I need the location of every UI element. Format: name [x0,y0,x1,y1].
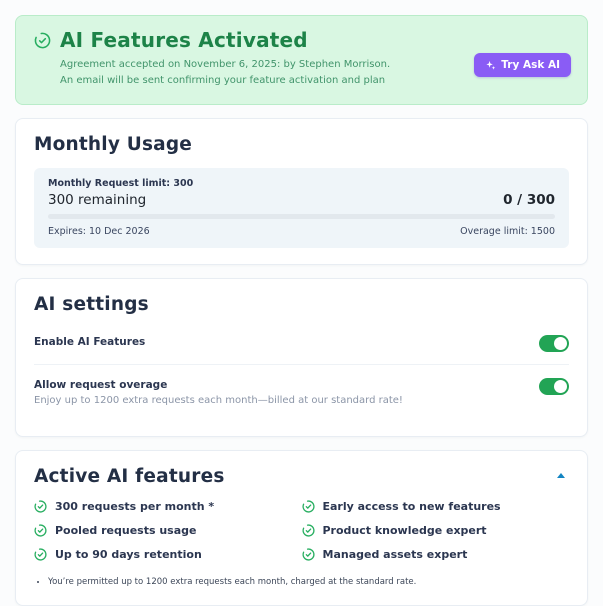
monthly-usage-title: Monthly Usage [34,134,569,155]
footnote-list: You’re permitted up to 1200 extra reques… [48,577,569,587]
check-circle-icon [34,32,51,49]
settings-list: Enable AI Features Allow request overage… [34,322,569,421]
feature-item: Product knowledge expert [302,524,570,537]
remaining-count: 300 remaining [48,192,146,208]
feature-item: Up to 90 days retention [34,548,302,561]
feature-item: 300 requests per month * [34,500,302,513]
ai-features-page: AI Features Activated Agreement accepted… [0,0,603,606]
check-circle-icon [302,500,315,513]
request-overage-toggle[interactable] [539,378,569,395]
features-grid: 300 requests per month * Early access to… [34,500,569,561]
feature-label: Product knowledge expert [323,524,487,537]
usage-progress-bar [48,214,555,219]
check-circle-icon [302,524,315,537]
collapse-caret-up-icon[interactable] [557,473,565,478]
feature-item: Early access to new features [302,500,570,513]
request-limit-label: Monthly Request limit: 300 [48,178,555,189]
check-circle-icon [34,500,47,513]
request-overage-description: Enjoy up to 1200 extra requests each mon… [34,394,403,408]
usage-panel: Monthly Request limit: 300 300 remaining… [34,168,569,248]
ai-settings-card: AI settings Enable AI Features Allow req… [15,278,588,437]
check-circle-icon [302,548,315,561]
check-circle-icon [34,548,47,561]
ai-settings-title: AI settings [34,294,569,315]
setting-row-enable-ai: Enable AI Features [34,322,569,364]
feature-label: Managed assets expert [323,548,468,561]
overage-limit-label: Overage limit: 1500 [460,226,555,237]
enable-ai-toggle[interactable] [539,335,569,352]
usage-bottom-row: Expires: 10 Dec 2026 Overage limit: 1500 [48,226,555,237]
try-ask-ai-label: Try Ask AI [501,59,560,71]
setting-row-request-overage: Allow request overage Enjoy up to 1200 e… [34,364,569,421]
active-features-title: Active AI features [34,466,225,487]
usage-fraction: 0 / 300 [503,192,555,208]
feature-label: Early access to new features [323,500,501,513]
feature-label: Up to 90 days retention [55,548,202,561]
usage-mid-row: 300 remaining 0 / 300 [48,192,555,208]
feature-label: Pooled requests usage [55,524,196,537]
expires-label: Expires: 10 Dec 2026 [48,226,150,237]
request-overage-label: Allow request overage [34,378,403,393]
active-features-header: Active AI features [34,466,569,487]
agreement-line: Agreement accepted on November 6, 2025: … [60,59,390,70]
feature-item: Managed assets expert [302,548,570,561]
check-circle-icon [34,524,47,537]
sparkle-icon [485,60,496,71]
activation-banner: AI Features Activated Agreement accepted… [15,15,588,105]
monthly-usage-card: Monthly Usage Monthly Request limit: 300… [15,118,588,265]
feature-label: 300 requests per month * [55,500,214,513]
banner-text: AI Features Activated Agreement accepted… [60,29,474,88]
feature-item: Pooled requests usage [34,524,302,537]
banner-title: AI Features Activated [60,29,474,52]
try-ask-ai-button[interactable]: Try Ask AI [474,53,571,77]
active-features-card: Active AI features 300 requests per mont… [15,450,588,606]
banner-agreement-text: Agreement accepted on November 6, 2025: … [60,57,474,88]
enable-ai-label: Enable AI Features [34,335,145,350]
overage-footnote: You’re permitted up to 1200 extra reques… [48,577,569,587]
email-confirmation-line: An email will be sent confirming your fe… [60,75,385,86]
